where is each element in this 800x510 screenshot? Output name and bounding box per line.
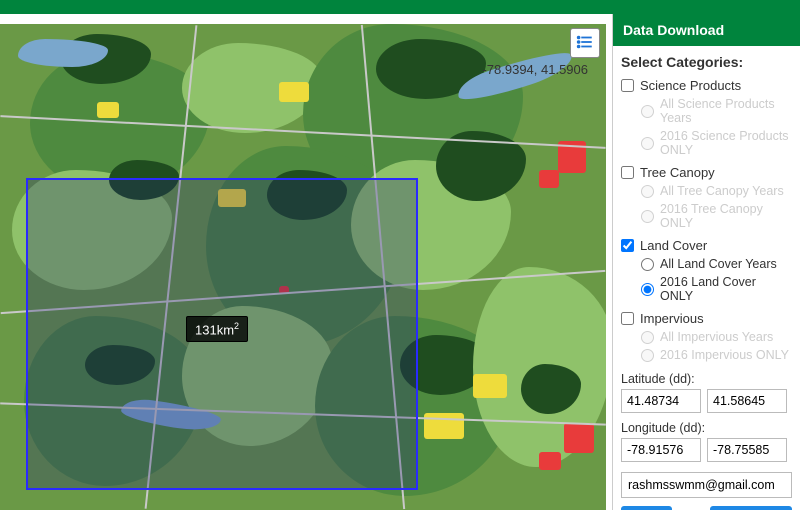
category-label: Impervious	[640, 311, 704, 326]
latitude-min-input[interactable]	[621, 389, 701, 413]
category-landcover-toggle[interactable]: Land Cover	[621, 236, 792, 255]
opt-tree-all: All Tree Canopy Years	[641, 182, 792, 200]
opt-science-all: All Science Products Years	[641, 95, 792, 127]
opt-landcover-2016[interactable]: 2016 Land Cover ONLY	[641, 273, 792, 305]
category-label: Land Cover	[640, 238, 707, 253]
opt-landcover-all[interactable]: All Land Cover Years	[641, 255, 792, 273]
sidebar: Data Download Select Categories: Science…	[612, 14, 800, 510]
top-bar	[0, 0, 800, 14]
legend-button[interactable]	[570, 28, 600, 58]
download-button[interactable]: Download	[710, 506, 792, 510]
longitude-label: Longitude (dd):	[621, 421, 792, 435]
area-value: 131km	[195, 322, 234, 337]
category-label: Science Products	[640, 78, 741, 93]
selection-area-label: 131km2	[186, 316, 248, 342]
email-input[interactable]	[621, 472, 792, 498]
opt-tree-2016: 2016 Tree Canopy ONLY	[641, 200, 792, 232]
checkbox-tree[interactable]	[621, 166, 634, 179]
list-icon	[576, 33, 594, 54]
checkbox-impervious[interactable]	[621, 312, 634, 325]
category-impervious-toggle[interactable]: Impervious	[621, 309, 792, 328]
category-label: Tree Canopy	[640, 165, 715, 180]
categories-heading: Select Categories:	[621, 54, 792, 70]
opt-science-2016: 2016 Science Products ONLY	[641, 127, 792, 159]
category-science-toggle[interactable]: Science Products	[621, 76, 792, 95]
clear-button[interactable]: Clear	[621, 506, 672, 510]
area-exp: 2	[234, 321, 239, 331]
category-tree-toggle[interactable]: Tree Canopy	[621, 163, 792, 182]
category-tree: Tree Canopy All Tree Canopy Years 2016 T…	[621, 163, 792, 232]
checkbox-science[interactable]	[621, 79, 634, 92]
sidebar-title: Data Download	[613, 14, 800, 46]
latitude-label: Latitude (dd):	[621, 372, 792, 386]
longitude-min-input[interactable]	[621, 438, 701, 462]
latitude-max-input[interactable]	[707, 389, 787, 413]
longitude-max-input[interactable]	[707, 438, 787, 462]
category-science: Science Products All Science Products Ye…	[621, 76, 792, 159]
category-landcover: Land Cover All Land Cover Years 2016 Lan…	[621, 236, 792, 305]
opt-impervious-2016: 2016 Impervious ONLY	[641, 346, 792, 364]
opt-impervious-all: All Impervious Years	[641, 328, 792, 346]
category-impervious: Impervious All Impervious Years 2016 Imp…	[621, 309, 792, 364]
cursor-coordinates: -78.9394, 41.5906	[482, 62, 588, 77]
checkbox-landcover[interactable]	[621, 239, 634, 252]
map-pane[interactable]: 131km2 -78.9394, 41.5906	[0, 24, 606, 510]
